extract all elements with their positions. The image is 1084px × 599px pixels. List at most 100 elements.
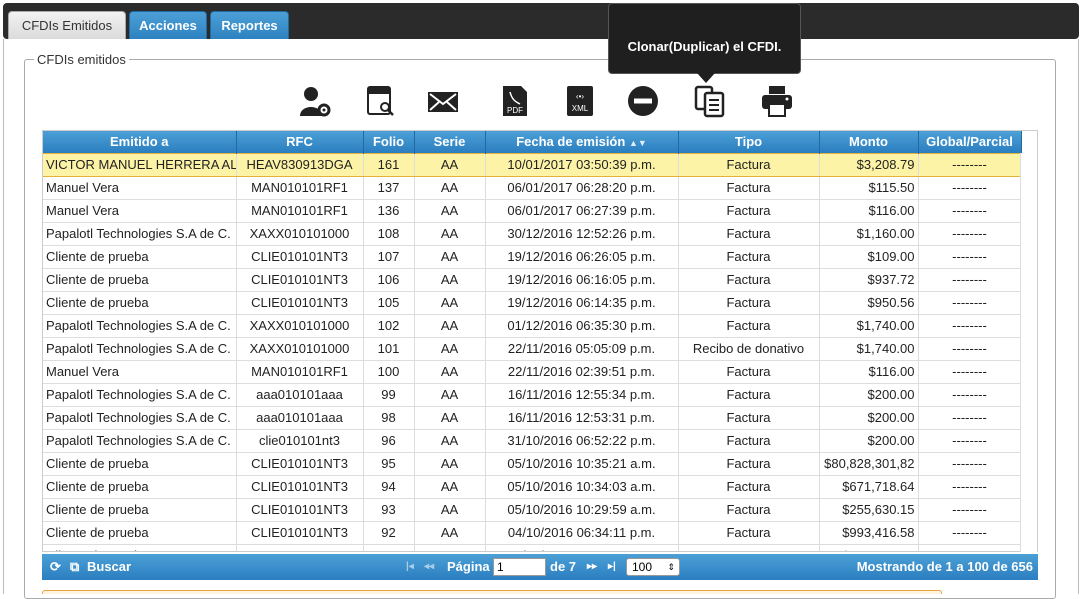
cell-emitido-a: Cliente de prueba [43,521,237,545]
cell-rfc: CLIE010101NT3 [236,452,364,476]
cell-folio: 137 [363,176,415,200]
cell-rfc: CLIE010101NT3 [236,521,364,545]
table-row[interactable]: Cliente de prueba CLIE010101NT3 94 AA 05/10/… [43,475,1022,499]
col-global-parcial[interactable]: Global/Parcial [918,131,1022,153]
cell-folio: 102 [363,314,415,338]
cell-fecha: 04/10/2016 06:34:11 p.m. [485,521,679,545]
cell-serie: AA [414,222,486,246]
cell-serie: AA [414,406,486,430]
cell-tipo: Factura [678,429,820,453]
col-folio[interactable]: Folio [363,131,415,153]
print-icon[interactable] [760,84,794,118]
cell-rfc: clie010101nt3 [236,429,364,453]
cell-emitido-a: Cliente de prueba [43,452,237,476]
cell-serie: AA [414,176,486,200]
table-row[interactable]: Papalotl Technologies S.A de C. XAXX01010… [43,314,1022,338]
cell-monto: $671,718.64 [819,475,919,499]
cell-emitido-a: Cliente de prueba [43,291,237,315]
table-row[interactable]: Papalotl Technologies S.A de C. clie01010… [43,429,1022,453]
col-emitido-a[interactable]: Emitido a [43,131,237,153]
cell-global-parcial: -------- [918,383,1022,407]
prev-page-icon[interactable]: ◂◂ [424,554,434,580]
table-row[interactable]: Papalotl Technologies S.A de C. aaa010101… [43,406,1022,430]
cell-global-parcial: -------- [918,452,1022,476]
search-button[interactable]: Buscar [87,554,131,580]
cell-tipo: Factura [678,268,820,292]
col-fecha-emision-label: Fecha de emisión [516,134,626,150]
cell-global-parcial: -------- [918,176,1022,200]
col-tipo[interactable]: Tipo [678,131,820,153]
select-arrow-icon: ⇕ [667,562,675,572]
cell-monto: $3,208.79 [819,152,919,177]
col-rfc[interactable]: RFC [236,131,364,153]
svg-text:‹•›: ‹•› [576,92,584,101]
refresh-icon[interactable]: ⟳ [50,554,61,580]
cell-folio: 98 [363,406,415,430]
table-row[interactable]: Manuel Vera MAN010101RF1 137 AA 06/01/2017 0… [43,176,1022,200]
tooltip-arrow [697,73,715,83]
cell-folio: 94 [363,475,415,499]
table-row[interactable]: Manuel Vera MAN010101RF1 100 AA 22/11/2016 0… [43,360,1022,384]
cell-serie: AA [414,475,486,499]
cell-fecha: 05/10/2016 10:35:21 a.m. [485,452,679,476]
cell-serie: AA [414,291,486,315]
last-page-icon[interactable]: ▸| [608,554,616,580]
table-row[interactable]: Papalotl Technologies S.A de C. XAXX01010… [43,222,1022,246]
cell-fecha: 01/12/2016 06:35:30 p.m. [485,314,679,338]
search-icon[interactable]: ⧉ [70,554,79,580]
cell-fecha: 05/10/2016 10:29:59 a.m. [485,498,679,522]
cell-folio: 136 [363,199,415,223]
table-row[interactable]: Manuel Vera MAN010101RF1 136 AA 06/01/2017 0… [43,199,1022,223]
page-label: Página [447,559,490,574]
col-fecha-emision[interactable]: Fecha de emisión ▲▼ [485,131,679,153]
cell-emitido-a: Papalotl Technologies S.A de C. [43,337,237,361]
next-page-icon[interactable]: ▸▸ [587,554,597,580]
table-row[interactable]: Cliente de prueba CLIE010101NT3 92 AA 04/10/… [43,521,1022,545]
cell-serie: AA [414,452,486,476]
cell-tipo: Factura [678,176,820,200]
clone-icon[interactable] [693,84,727,118]
cell-fecha: 16/11/2016 12:53:31 p.m. [485,406,679,430]
col-serie[interactable]: Serie [414,131,486,153]
cell-folio: 107 [363,245,415,269]
document-search-icon[interactable] [364,84,398,118]
pdf-icon[interactable]: PDF [498,84,532,118]
cell-emitido-a: Manuel Vera [43,176,237,200]
tab-bar: CFDIs Emitidos Acciones Reportes [3,3,1079,41]
cell-monto: $200.00 [819,429,919,453]
cell-serie: AA [414,199,486,223]
table-row[interactable]: Cliente de prueba CLIE010101NT3 95 AA 05/10/… [43,452,1022,476]
cell-tipo: Factura [678,383,820,407]
tab-cfdis-emitidos[interactable]: CFDIs Emitidos [8,11,126,41]
cell-rfc: XAXX010101000 [236,222,364,246]
table-row[interactable]: Cliente de prueba CLIE010101NT3 93 AA 05/10/… [43,498,1022,522]
grid-scrollbar[interactable] [1020,153,1037,552]
cell-emitido-a: Cliente de prueba [43,475,237,499]
table-row[interactable]: Cliente de prueba CLIE010101NT3 107 AA 19/12… [43,245,1022,269]
tab-reportes[interactable]: Reportes [210,11,289,41]
email-icon[interactable] [426,84,460,118]
cancel-icon[interactable] [626,84,660,118]
table-row[interactable]: Cliente de prueba CLIE010101NT3 105 AA 19/12… [43,291,1022,315]
table-row[interactable]: VICTOR MANUEL HERRERA ALD HEAV830913DGA 16… [43,152,1022,177]
first-page-icon[interactable]: |◂ [406,554,414,580]
table-row[interactable]: Papalotl Technologies S.A de C. aaa010101… [43,383,1022,407]
table-row[interactable]: Cliente de prueba CLIE010101NT3 106 AA 19/12… [43,268,1022,292]
cell-tipo: Factura [678,452,820,476]
table-row[interactable]: Papalotl Technologies S.A de C. XAXX01010… [43,337,1022,361]
cell-rfc: CLIE010101NT3 [236,268,364,292]
cell-monto: $115.50 [819,176,919,200]
xml-icon[interactable]: ‹•› XML [563,84,597,118]
clone-tooltip: Clonar(Duplicar) el CFDI. [608,3,801,74]
table-row[interactable]: Cliente de pruebaCLIE010101NT391AA04/10/… [43,544,1022,551]
cell-folio: 108 [363,222,415,246]
page-size-select[interactable]: 100 ⇕ [626,558,680,576]
cell-fecha: 19/12/2016 06:26:05 p.m. [485,245,679,269]
cell-serie: AA [414,429,486,453]
tab-acciones[interactable]: Acciones [129,11,207,41]
cell-global-parcial: -------- [918,268,1022,292]
col-monto[interactable]: Monto [819,131,919,153]
cell-fecha: 05/10/2016 10:34:03 a.m. [485,475,679,499]
page-number-input[interactable]: 1 [493,558,546,576]
user-settings-icon[interactable] [298,84,332,118]
